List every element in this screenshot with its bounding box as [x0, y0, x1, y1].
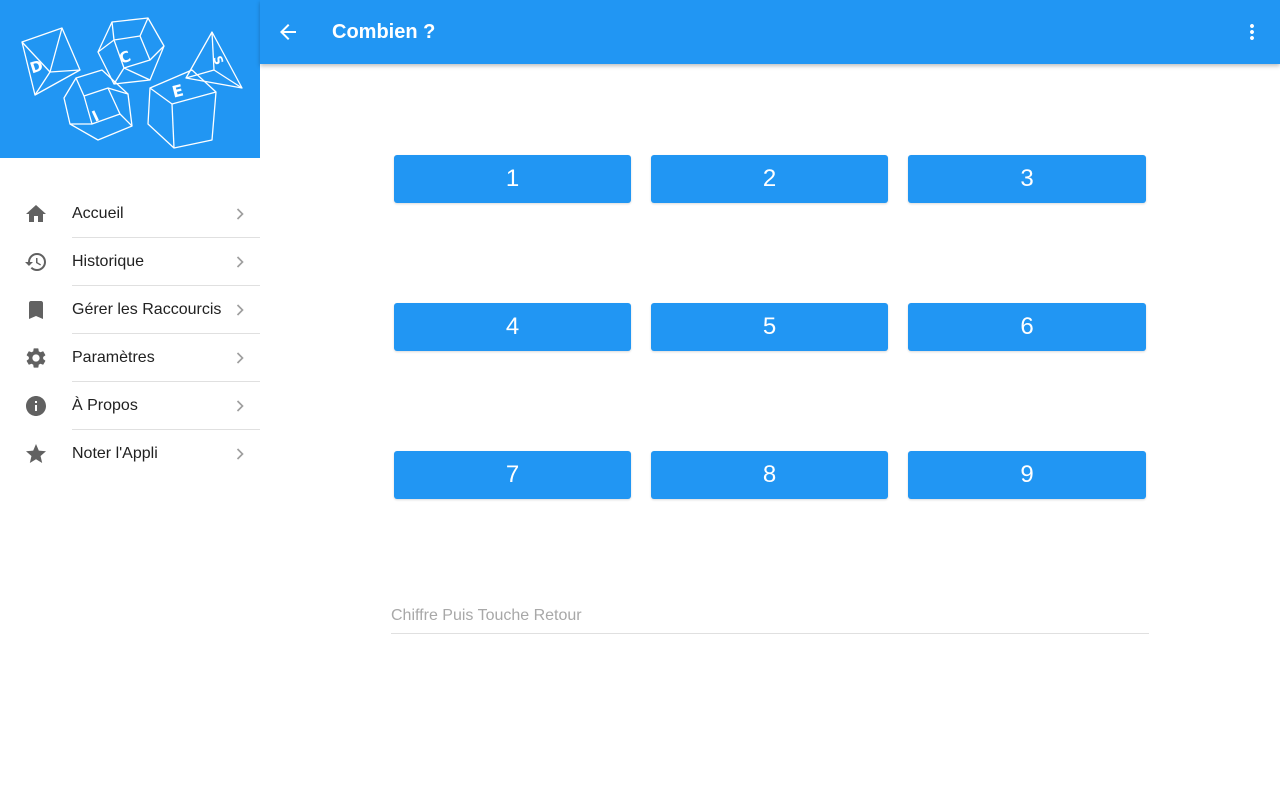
star-icon [26, 444, 46, 463]
sidebar-item-parametres[interactable]: Paramètres [0, 334, 260, 382]
chevron-right-icon [236, 256, 244, 268]
number-entry-field[interactable] [391, 598, 1149, 634]
sidebar-item-raccourcis[interactable]: Gérer les Raccourcis [0, 286, 260, 334]
number-button-6[interactable]: 6 [908, 303, 1146, 351]
app-bar: Combien ? [260, 0, 1280, 64]
app-window: D C S I E Accueil Historique Gérer les R… [0, 0, 1280, 800]
dice-logo: D C S I E [0, 0, 260, 158]
logo-letter-s: S [210, 54, 226, 67]
number-button-1[interactable]: 1 [394, 155, 631, 203]
sidebar-item-label: Paramètres [72, 349, 155, 366]
chevron-right-icon [236, 400, 244, 412]
number-button-2[interactable]: 2 [651, 155, 888, 203]
logo-letter-e: E [170, 81, 185, 102]
number-button-5[interactable]: 5 [651, 303, 888, 351]
number-button-4[interactable]: 4 [394, 303, 631, 351]
chevron-right-icon [236, 304, 244, 316]
more-vertical-icon[interactable] [1240, 20, 1264, 44]
navigation-drawer: D C S I E Accueil Historique Gérer les R… [0, 0, 260, 800]
sidebar-item-accueil[interactable]: Accueil [0, 190, 260, 238]
sidebar-item-noter[interactable]: Noter l'Appli [0, 430, 260, 478]
info-icon [26, 396, 46, 416]
sidebar-item-a-propos[interactable]: À Propos [0, 382, 260, 430]
number-button-9[interactable]: 9 [908, 451, 1146, 499]
chevron-right-icon [236, 448, 244, 460]
sidebar-item-label: Historique [72, 253, 145, 270]
sidebar-item-label: Noter l'Appli [72, 445, 158, 462]
sidebar-item-historique[interactable]: Historique [0, 238, 260, 286]
number-button-3[interactable]: 3 [908, 155, 1146, 203]
sidebar-item-label: Gérer les Raccourcis [72, 301, 222, 318]
arrow-left-icon[interactable] [276, 20, 300, 44]
sidebar-item-label: À Propos [72, 397, 138, 414]
home-icon [26, 205, 46, 222]
history-icon [25, 253, 46, 271]
page-title: Combien ? [332, 21, 436, 43]
logo-letter-c: C [117, 47, 134, 68]
number-button-7[interactable]: 7 [394, 451, 631, 499]
sidebar-item-label: Accueil [72, 205, 124, 222]
chevron-right-icon [236, 208, 244, 220]
chevron-right-icon [236, 352, 244, 364]
settings-icon [26, 348, 46, 368]
bookmark-icon [29, 301, 43, 319]
number-button-8[interactable]: 8 [651, 451, 888, 499]
drawer-menu: Accueil Historique Gérer les Raccourcis … [0, 190, 260, 478]
